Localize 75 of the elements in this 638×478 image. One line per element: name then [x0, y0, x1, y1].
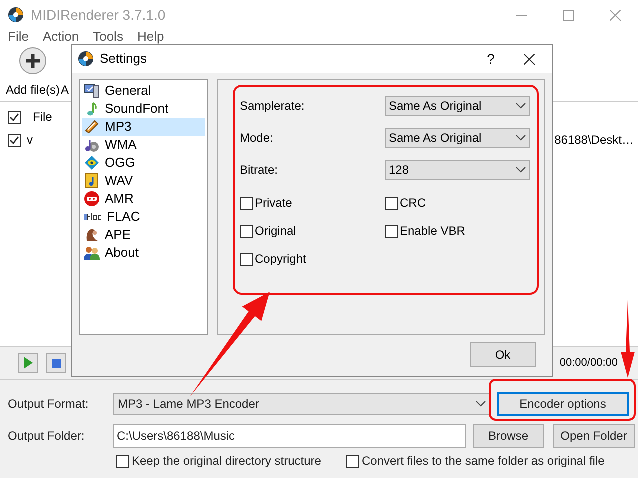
checkbox-label: Keep the original directory structure: [132, 453, 322, 470]
category-item[interactable]: WMA: [82, 136, 205, 154]
category-item[interactable]: AMR: [82, 190, 205, 208]
app-logo-icon: [78, 51, 94, 67]
category-item[interactable]: FLAC: [82, 208, 205, 226]
checkbox[interactable]: [240, 196, 253, 210]
category-item[interactable]: OGG: [82, 154, 205, 172]
category-item[interactable]: WAV: [82, 172, 205, 190]
field-label: Output Folder:: [8, 428, 86, 445]
field-label: Samplerate:: [240, 98, 306, 115]
play-icon: [23, 357, 33, 369]
stop-button[interactable]: [46, 353, 66, 373]
category-item[interactable]: APE: [82, 226, 205, 244]
checkbox-label: CRC: [400, 195, 426, 212]
menu-item[interactable]: Tools: [93, 30, 124, 43]
checkbox[interactable]: [8, 110, 21, 124]
chevron-down-icon: [476, 401, 486, 407]
checkbox[interactable]: [240, 224, 253, 238]
app-logo-icon: [8, 7, 24, 23]
close-icon: [524, 54, 535, 64]
help-button[interactable]: ?: [476, 48, 506, 70]
checkbox-label: Convert files to the same folder as original file: [362, 453, 605, 470]
checkbox-label: Copyright: [255, 251, 306, 268]
add-icon: [19, 47, 48, 75]
window-title: MIDIRenderer 3.7.1.0: [31, 6, 166, 24]
checkbox-label: Private: [255, 195, 292, 212]
checkbox-label: Enable VBR: [400, 223, 466, 240]
browse-button[interactable]: Browse: [473, 424, 544, 448]
close-icon: [610, 10, 621, 20]
menu-item[interactable]: Help: [137, 30, 164, 43]
checkbox[interactable]: [385, 196, 398, 210]
checkbox[interactable]: [240, 252, 253, 266]
field-label: Bitrate:: [240, 162, 280, 179]
category-item[interactable]: General: [82, 82, 205, 100]
add-files-button[interactable]: Add file(s): [6, 47, 60, 99]
category-item[interactable]: About: [82, 244, 205, 262]
category-icon: [84, 155, 100, 171]
checkbox[interactable]: [116, 454, 129, 468]
category-item[interactable]: MP3: [82, 118, 205, 136]
chevron-down-icon: [516, 167, 526, 173]
menu-item[interactable]: File: [8, 30, 29, 43]
field-label: Mode:: [240, 130, 274, 147]
dropdown[interactable]: Same As Original: [385, 128, 530, 148]
dropdown[interactable]: 128: [385, 160, 530, 180]
play-button[interactable]: [18, 353, 38, 373]
file-path: 86188\Deskt…: [554, 132, 634, 149]
dialog-title: Settings: [100, 50, 147, 68]
category-icon: [84, 245, 100, 261]
menu-item[interactable]: Action: [42, 30, 80, 43]
open-folder-button[interactable]: Open Folder: [553, 424, 635, 448]
toolbar-button[interactable]: A: [61, 81, 70, 99]
category-icon: [84, 173, 100, 189]
encoder-options-button[interactable]: Encoder options: [497, 392, 629, 416]
file-name: v: [27, 132, 34, 149]
stop-icon: [52, 358, 60, 368]
format-dropdown[interactable]: MP3 - Lame MP3 Encoder: [113, 393, 491, 415]
checkbox[interactable]: [385, 224, 398, 238]
output-folder-field[interactable]: C:\Users\86188\Music: [113, 424, 466, 448]
column-header[interactable]: File: [33, 108, 52, 126]
chevron-down-icon: [516, 103, 526, 109]
maximize-icon: [563, 10, 574, 20]
checkbox[interactable]: [8, 134, 21, 146]
category-icon: [84, 137, 100, 153]
category-icon: [84, 191, 100, 207]
chevron-down-icon: [516, 135, 526, 141]
dropdown[interactable]: Same As Original: [385, 96, 530, 116]
checkbox[interactable]: [346, 454, 359, 468]
category-icon: [84, 83, 100, 99]
field-label: Output Format:: [8, 396, 90, 413]
category-icon: [84, 227, 100, 243]
checkbox-label: Original: [255, 223, 296, 240]
time-display: 00:00/00:00: [560, 356, 618, 371]
ok-button[interactable]: Ok: [470, 342, 536, 367]
category-item[interactable]: SoundFont: [82, 100, 205, 118]
category-icon: [84, 119, 100, 135]
